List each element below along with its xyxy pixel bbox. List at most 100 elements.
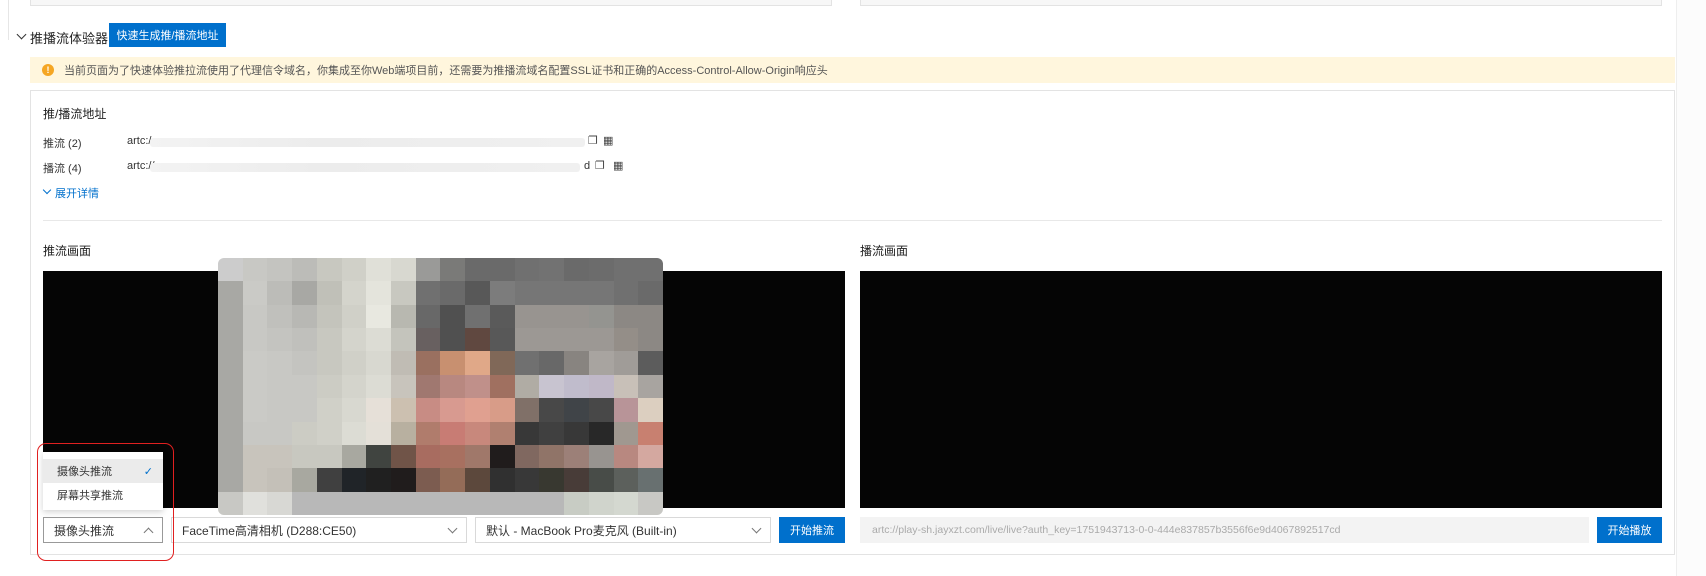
mosaic-cell <box>440 374 466 399</box>
mosaic-cell <box>564 351 589 375</box>
mosaic-cell <box>292 398 317 422</box>
mosaic-cell <box>638 328 663 352</box>
mosaic-cell <box>588 281 614 305</box>
microphone-select[interactable]: 默认 - MacBook Pro麦克风 (Built-in) <box>475 517 771 543</box>
mosaic-cell <box>391 468 416 492</box>
section-title: 推播流体验器 <box>30 31 109 46</box>
address-title: 推/播流地址 <box>43 107 107 121</box>
qrcode-icon[interactable]: ▦ <box>613 159 623 172</box>
mosaic-cell <box>564 374 589 399</box>
mosaic-cell <box>316 468 342 492</box>
mosaic-cell <box>366 304 392 329</box>
top-panel-right <box>860 0 1662 6</box>
mosaic-cell <box>391 258 416 282</box>
mosaic-cell <box>514 258 540 282</box>
play-url-suffix: d <box>584 160 591 172</box>
mosaic-cell <box>638 351 663 375</box>
mosaic-cell <box>489 374 515 399</box>
mosaic-cell <box>539 468 565 492</box>
mosaic-cell <box>242 398 268 422</box>
chevron-down-icon <box>751 523 762 533</box>
start-push-button[interactable]: 开始推流 <box>779 517 845 543</box>
mosaic-cell <box>242 444 268 469</box>
mosaic-cell <box>341 304 367 329</box>
mosaic-cell <box>316 398 342 422</box>
mosaic-cell <box>341 491 367 515</box>
mosaic-cell <box>514 491 540 515</box>
mosaic-cell <box>465 468 490 492</box>
mosaic-cell <box>613 328 639 352</box>
mosaic-cell <box>613 304 639 329</box>
mosaic-cell <box>267 351 293 375</box>
mosaic-cell <box>638 304 663 329</box>
warning-banner: ! 当前页面为了快速体验推拉流使用了代理信令域名，你集成至你Web端项目前，还需… <box>30 57 1675 83</box>
mosaic-cell <box>242 258 268 282</box>
mosaic-cell <box>316 351 342 375</box>
mosaic-cell <box>292 258 317 282</box>
mosaic-cell <box>539 351 565 375</box>
pixelated-camera-preview <box>218 258 663 515</box>
mosaic-cell <box>341 281 367 305</box>
mosaic-cell <box>465 491 490 515</box>
play-url-label: 播流 (4) <box>43 163 82 175</box>
mosaic-cell <box>514 304 540 329</box>
mosaic-cell <box>391 398 416 422</box>
mosaic-cell <box>218 304 243 329</box>
copy-icon[interactable]: ❐ <box>588 134 598 147</box>
mosaic-cell <box>415 374 441 399</box>
mosaic-cell <box>539 444 565 469</box>
mosaic-cell <box>489 258 515 282</box>
divider <box>43 220 1662 221</box>
mosaic-cell <box>613 281 639 305</box>
mosaic-cell <box>415 468 441 492</box>
mosaic-cell <box>638 421 663 445</box>
mosaic-cell <box>440 281 466 305</box>
mosaic-cell <box>267 281 293 305</box>
mosaic-cell <box>316 328 342 352</box>
play-url-input[interactable]: artc://play-sh.jayxzt.com/live/live?auth… <box>860 517 1589 543</box>
mosaic-cell <box>638 281 663 305</box>
mosaic-cell <box>489 281 515 305</box>
mosaic-cell <box>242 328 268 352</box>
mosaic-cell <box>267 468 293 492</box>
copy-icon[interactable]: ❐ <box>595 159 605 172</box>
mosaic-cell <box>218 421 243 445</box>
mosaic-cell <box>465 258 490 282</box>
mosaic-cell <box>366 444 392 469</box>
mosaic-cell <box>316 444 342 469</box>
mosaic-cell <box>465 421 490 445</box>
mosaic-cell <box>489 304 515 329</box>
mosaic-cell <box>489 328 515 352</box>
mosaic-cell <box>242 281 268 305</box>
mosaic-cell <box>292 328 317 352</box>
start-play-button[interactable]: 开始播放 <box>1597 517 1662 543</box>
mosaic-cell <box>341 328 367 352</box>
mosaic-cell <box>366 374 392 399</box>
mosaic-cell <box>391 281 416 305</box>
collapse-chevron-icon[interactable] <box>16 29 27 40</box>
expand-details-link[interactable]: 展开详情 <box>55 185 99 201</box>
mosaic-cell <box>242 304 268 329</box>
qrcode-icon[interactable]: ▦ <box>603 134 613 147</box>
top-panel-left <box>30 0 832 6</box>
mosaic-cell <box>366 328 392 352</box>
camera-select[interactable]: FaceTime高清相机 (D288:CE50) <box>171 517 467 543</box>
mosaic-cell <box>415 351 441 375</box>
mosaic-cell <box>465 444 490 469</box>
mosaic-cell <box>267 421 293 445</box>
mosaic-cell <box>366 351 392 375</box>
mosaic-cell <box>267 258 293 282</box>
mosaic-cell <box>539 281 565 305</box>
mosaic-cell <box>539 491 565 515</box>
mosaic-cell <box>613 468 639 492</box>
mosaic-cell <box>242 468 268 492</box>
mosaic-cell <box>514 398 540 422</box>
generate-address-button[interactable]: 快速生成推/播流地址 <box>109 23 226 47</box>
mosaic-cell <box>588 421 614 445</box>
mosaic-cell <box>514 351 540 375</box>
mosaic-cell <box>588 304 614 329</box>
mosaic-cell <box>316 421 342 445</box>
mosaic-cell <box>489 351 515 375</box>
push-url-prefix[interactable]: artc:/ <box>127 135 151 147</box>
play-video <box>860 271 1662 508</box>
